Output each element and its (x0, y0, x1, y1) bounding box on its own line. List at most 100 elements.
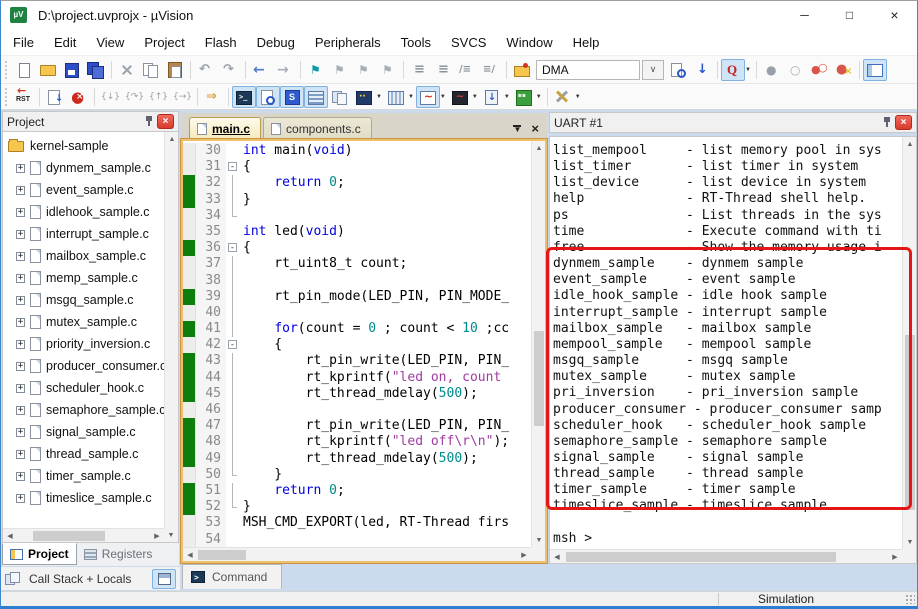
tree-item[interactable]: + producer_consumer.c (3, 355, 164, 377)
fold-collapse-icon[interactable]: - (228, 340, 237, 350)
scrollbar-thumb[interactable] (534, 331, 544, 426)
editor-vertical-scrollbar[interactable]: ▲ ▼ (531, 141, 545, 547)
close-button[interactable]: × (872, 1, 917, 29)
disable-all-breakpoints-button[interactable] (808, 59, 832, 81)
expand-icon[interactable]: + (16, 317, 25, 327)
scroll-right-icon[interactable]: ▶ (888, 550, 902, 563)
toolbar-grip[interactable] (5, 87, 8, 106)
callstack-window-button[interactable] (328, 86, 352, 108)
menu-project[interactable]: Project (134, 30, 194, 54)
scroll-up-icon[interactable]: ▲ (165, 132, 178, 146)
indent-button[interactable] (407, 59, 431, 81)
scrollbar-thumb[interactable] (33, 531, 105, 541)
comment-button[interactable] (455, 59, 479, 81)
expand-icon[interactable]: + (16, 251, 25, 261)
bookmark-next-button[interactable] (328, 59, 352, 81)
disassembly-window-button[interactable] (256, 85, 280, 108)
editor-close-icon[interactable]: × (531, 122, 539, 135)
tree-item[interactable]: + memp_sample.c (3, 267, 164, 289)
expand-icon[interactable]: + (16, 471, 25, 481)
expand-icon[interactable]: + (16, 361, 25, 371)
bookmark-toggle-button[interactable] (304, 59, 328, 81)
scroll-left-icon[interactable]: ◀ (183, 548, 197, 561)
tab-list-icon[interactable]: ▼ (513, 124, 522, 133)
step-into-button[interactable] (98, 86, 122, 108)
quick-find-dropdown-icon[interactable]: ▼ (745, 67, 751, 73)
expand-icon[interactable]: + (16, 383, 25, 393)
expand-icon[interactable]: + (16, 207, 25, 217)
bookmark-clear-button[interactable] (376, 59, 400, 81)
target-select[interactable]: DMA ∨ (536, 59, 664, 81)
tree-item[interactable]: + msgq_sample.c (3, 289, 164, 311)
watch-window-button[interactable] (352, 86, 376, 108)
paste-button[interactable] (163, 59, 187, 81)
outdent-button[interactable] (431, 59, 455, 81)
scroll-down-icon[interactable]: ▼ (532, 533, 545, 547)
expand-icon[interactable]: + (16, 295, 25, 305)
project-horizontal-scrollbar[interactable]: ◀ ▶ (3, 528, 164, 542)
bookmark-prev-button[interactable] (352, 59, 376, 81)
trace-window-dropdown-icon[interactable]: ▼ (504, 94, 510, 100)
expand-icon[interactable]: + (16, 163, 25, 173)
tab-components-c[interactable]: components.c (263, 117, 372, 139)
expand-icon[interactable]: + (16, 339, 25, 349)
scroll-down-icon[interactable]: ▼ (164, 528, 178, 542)
expand-icon[interactable]: + (16, 229, 25, 239)
show-next-statement-button[interactable] (201, 86, 225, 108)
expand-icon[interactable]: + (16, 493, 25, 503)
tab-main-c[interactable]: main.c (189, 117, 262, 139)
menu-peripherals[interactable]: Peripherals (305, 30, 391, 54)
incremental-find-button[interactable] (690, 59, 714, 81)
uncomment-button[interactable] (479, 59, 503, 81)
enable-disable-breakpoint-button[interactable] (784, 59, 808, 81)
nav-forward-button[interactable] (273, 59, 297, 81)
toggle-breakpoint-button[interactable] (760, 59, 784, 81)
tree-item[interactable]: + dynmem_sample.c (3, 157, 164, 179)
tree-item[interactable]: + mutex_sample.c (3, 311, 164, 333)
scroll-left-icon[interactable]: ◀ (550, 550, 564, 563)
expand-icon[interactable]: + (16, 273, 25, 283)
scroll-left-icon[interactable]: ◀ (3, 529, 17, 542)
find-in-files-button[interactable] (666, 59, 690, 81)
step-over-button[interactable] (122, 86, 146, 108)
tree-item[interactable]: + scheduler_hook.c (3, 377, 164, 399)
stop-button[interactable] (67, 86, 91, 108)
fold-collapse-icon[interactable]: - (228, 243, 237, 253)
reset-button[interactable] (12, 86, 36, 108)
uart-horizontal-scrollbar[interactable]: ◀ ▶ (550, 549, 902, 563)
command-window-button[interactable] (232, 85, 256, 108)
editor-horizontal-scrollbar[interactable]: ◀ ▶ (183, 547, 531, 561)
toolbar-grip[interactable] (5, 60, 8, 79)
minimize-button[interactable]: ─ (782, 1, 827, 29)
tree-item[interactable]: + timer_sample.c (3, 465, 164, 487)
menu-tools[interactable]: Tools (391, 30, 441, 54)
uart-vertical-scrollbar[interactable]: ▲ ▼ (902, 137, 916, 549)
windows-layout-button[interactable] (862, 58, 887, 81)
target-select-value[interactable]: DMA (536, 59, 640, 80)
tab-project[interactable]: Project (2, 543, 77, 565)
expand-icon[interactable]: + (16, 185, 25, 195)
menu-file[interactable]: File (3, 30, 44, 54)
scroll-down-icon[interactable]: ▼ (903, 535, 916, 549)
pin-icon[interactable] (882, 116, 892, 129)
fold-collapse-icon[interactable]: - (228, 162, 237, 172)
tree-item[interactable]: + thread_sample.c (3, 443, 164, 465)
analysis-window-button[interactable] (448, 86, 472, 108)
tree-item[interactable]: + priority_inversion.c (3, 333, 164, 355)
menu-edit[interactable]: Edit (44, 30, 86, 54)
tab-registers[interactable]: Registers (77, 543, 160, 565)
scroll-right-icon[interactable]: ▶ (517, 548, 531, 561)
flash-config-button[interactable] (510, 59, 534, 81)
project-vertical-scrollbar[interactable]: ▲ (164, 132, 178, 528)
tree-item[interactable]: + timeslice_sample.c (3, 487, 164, 509)
scrollbar-thumb[interactable] (198, 550, 246, 560)
command-tab[interactable]: Command (182, 564, 283, 589)
trace-window-button[interactable] (480, 86, 504, 108)
tree-item[interactable]: + idlehook_sample.c (3, 201, 164, 223)
save-all-button[interactable] (84, 59, 108, 81)
system-viewer-button[interactable] (512, 86, 536, 108)
scroll-up-icon[interactable]: ▲ (532, 141, 545, 155)
open-file-button[interactable] (36, 59, 60, 81)
registers-window-button[interactable] (304, 85, 328, 108)
analysis-window-dropdown-icon[interactable]: ▼ (472, 94, 478, 100)
